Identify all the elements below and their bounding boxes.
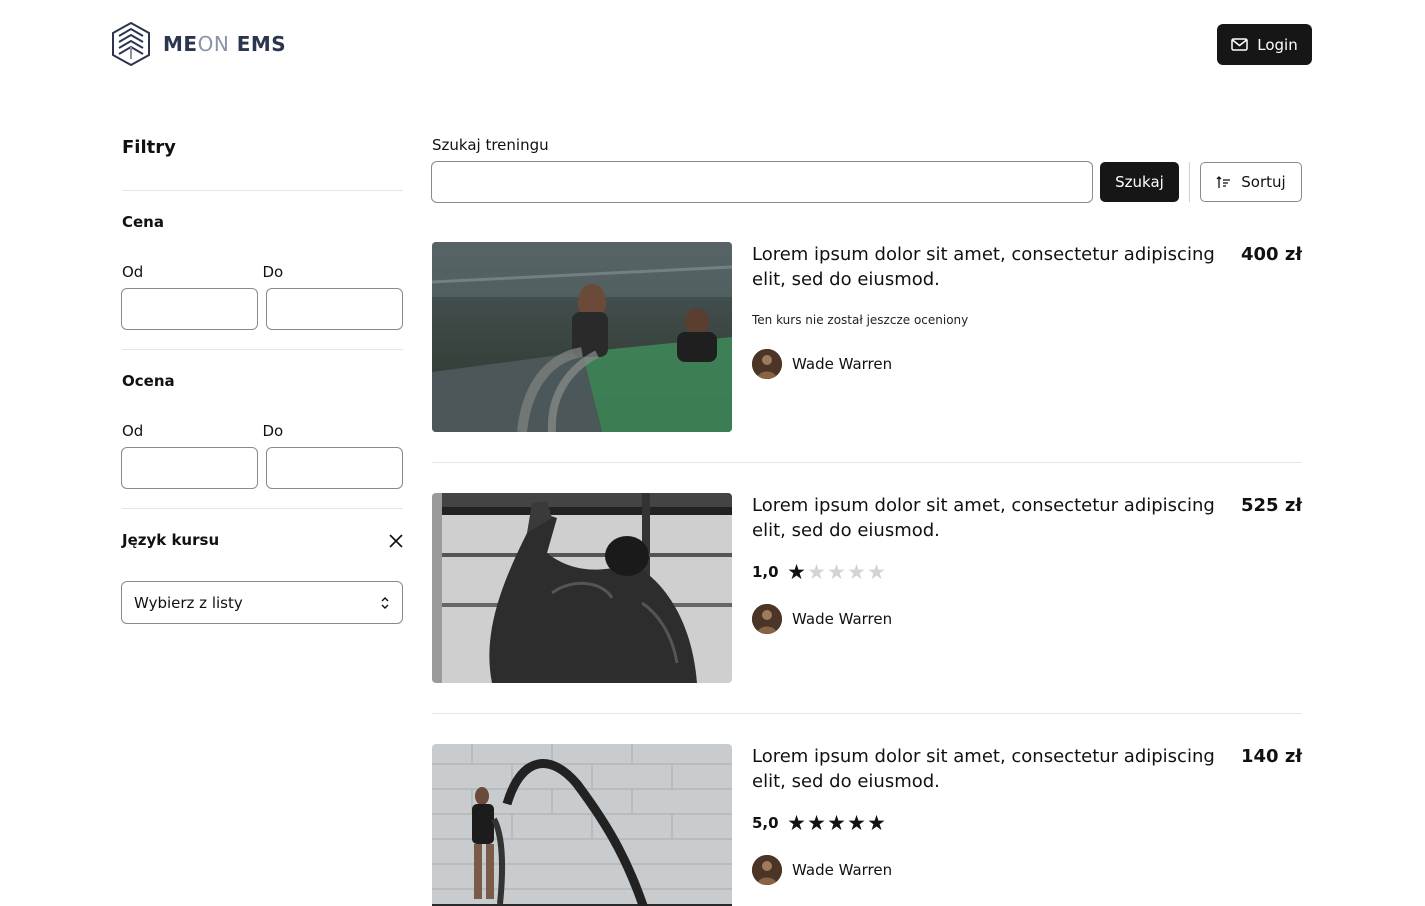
star-icon: ★ [827, 560, 846, 584]
avatar [752, 349, 782, 379]
rating-from-input[interactable] [121, 447, 258, 489]
star-icon: ★ [787, 560, 806, 584]
login-button[interactable]: Login [1217, 24, 1312, 65]
brand-logo[interactable]: MEON EMS [111, 22, 286, 66]
logo-mark-icon [112, 22, 150, 66]
course-price: 140 zł [1241, 746, 1302, 767]
price-from-input[interactable] [121, 288, 258, 330]
login-label: Login [1257, 35, 1298, 54]
course-card[interactable]: Lorem ipsum dolor sit amet, consectetur … [432, 242, 1302, 432]
divider [432, 462, 1302, 463]
author-name: Wade Warren [792, 610, 893, 628]
author-name: Wade Warren [792, 861, 893, 879]
course-title[interactable]: Lorem ipsum dolor sit amet, consectetur … [752, 744, 1227, 794]
chevron-up-down-icon [381, 596, 389, 609]
price-filter-title: Cena [122, 213, 164, 231]
star-icon: ★ [867, 560, 886, 584]
filters-title: Filtry [122, 137, 176, 158]
price-to-input[interactable] [266, 288, 403, 330]
course-title[interactable]: Lorem ipsum dolor sit amet, consectetur … [752, 242, 1227, 292]
language-filter-title: Język kursu [122, 531, 220, 549]
language-select[interactable]: Wybierz z listy [121, 581, 403, 624]
rating-stars: ★ ★ ★ ★ ★ [787, 811, 887, 835]
mail-icon [1231, 38, 1249, 51]
course-image [432, 744, 732, 906]
course-author[interactable]: Wade Warren [752, 349, 892, 379]
brand-name: MEON EMS [163, 32, 287, 56]
course-author[interactable]: Wade Warren [752, 855, 892, 885]
search-label: Szukaj treningu [432, 136, 549, 154]
close-icon[interactable] [389, 534, 403, 548]
rating-to-label: Do [262, 422, 284, 440]
star-icon: ★ [867, 811, 886, 835]
sort-button[interactable]: Sortuj [1200, 162, 1302, 202]
course-price: 525 zł [1241, 495, 1302, 516]
language-select-value: Wybierz z listy [134, 593, 243, 612]
sort-icon [1216, 175, 1231, 188]
search-button[interactable]: Szukaj [1100, 162, 1179, 202]
course-rating: 5,0 ★ ★ ★ ★ ★ [752, 811, 887, 835]
filters-sidebar: Filtry Cena Od Do Ocena Od Do Język kurs… [121, 134, 403, 624]
course-image [432, 493, 732, 683]
avatar [752, 855, 782, 885]
rating-from-label: Od [122, 422, 144, 440]
divider [122, 349, 403, 350]
course-card[interactable]: Lorem ipsum dolor sit amet, consectetur … [432, 493, 1302, 683]
rating-to-input[interactable] [266, 447, 403, 489]
course-author[interactable]: Wade Warren [752, 604, 892, 634]
search-input[interactable] [431, 161, 1093, 203]
rating-empty-text: Ten kurs nie został jeszcze oceniony [752, 313, 969, 327]
rating-stars: ★ ★ ★ ★ ★ [787, 560, 887, 584]
rating-value: 1,0 [752, 563, 779, 581]
divider [122, 508, 403, 509]
star-icon: ★ [827, 811, 846, 835]
rating-value: 5,0 [752, 814, 779, 832]
course-title[interactable]: Lorem ipsum dolor sit amet, consectetur … [752, 493, 1227, 543]
rating-filter-title: Ocena [122, 372, 175, 390]
star-icon: ★ [787, 811, 806, 835]
toolbar-divider [1189, 162, 1190, 202]
star-icon: ★ [807, 560, 826, 584]
course-price: 400 zł [1241, 244, 1302, 265]
course-image [432, 242, 732, 432]
star-icon: ★ [807, 811, 826, 835]
divider [432, 713, 1302, 714]
star-icon: ★ [847, 811, 866, 835]
star-icon: ★ [847, 560, 866, 584]
course-card[interactable]: Lorem ipsum dolor sit amet, consectetur … [432, 744, 1302, 906]
course-rating: 1,0 ★ ★ ★ ★ ★ [752, 560, 887, 584]
author-name: Wade Warren [792, 355, 893, 373]
sort-label: Sortuj [1241, 173, 1286, 191]
price-to-label: Do [262, 263, 284, 281]
price-from-label: Od [122, 263, 144, 281]
avatar [752, 604, 782, 634]
divider [122, 190, 403, 191]
